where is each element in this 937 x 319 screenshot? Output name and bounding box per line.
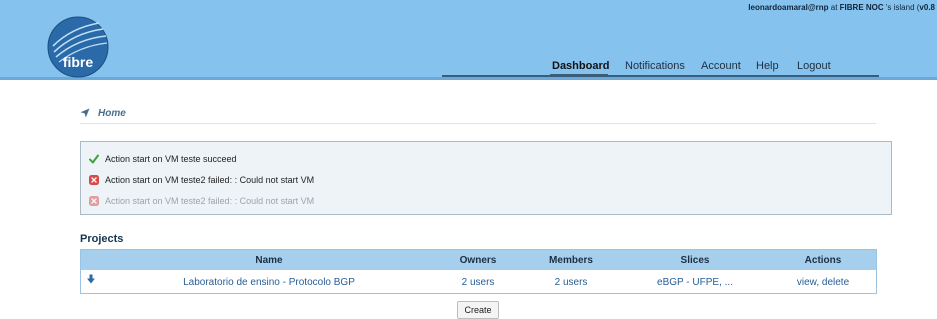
check-icon [89, 154, 99, 164]
nav-notifications[interactable]: Notifications [625, 60, 685, 72]
breadcrumb-home[interactable]: Home [98, 108, 126, 119]
message-text: Action start on VM teste2 failed: : Coul… [105, 196, 315, 206]
actions-cell: view, delete [797, 277, 849, 288]
nav-logout[interactable]: Logout [797, 60, 831, 72]
delete-link[interactable]: delete [822, 277, 849, 288]
fibre-logo[interactable]: fibre [47, 16, 109, 78]
message-text: Action start on VM teste2 failed: : Coul… [105, 175, 315, 185]
error-icon [89, 175, 99, 185]
table-header: Name Owners Members Slices Actions [81, 250, 876, 270]
column-header-actions: Actions [804, 255, 842, 266]
project-name-link[interactable]: Laboratorio de ensino - Protocolo BGP [183, 277, 355, 288]
message-text: Action start on VM teste succeed [105, 154, 237, 164]
logo-text: fibre [63, 54, 94, 70]
column-header-name: Name [255, 255, 283, 266]
members-link[interactable]: 2 users [555, 277, 588, 288]
nav-account[interactable]: Account [701, 60, 741, 72]
slices-link[interactable]: eBGP - UFPE, ... [657, 277, 733, 288]
location-arrow-icon [80, 108, 90, 118]
nav-dashboard[interactable]: Dashboard [552, 60, 609, 72]
create-button[interactable]: Create [457, 301, 499, 319]
nav-active-indicator [550, 74, 608, 77]
error-icon [89, 196, 99, 206]
main-nav: Dashboard Notifications Account Help Log… [442, 52, 879, 77]
projects-heading: Projects [80, 233, 124, 245]
view-link[interactable]: view [797, 277, 816, 288]
user-name: leonardoamaral@rnp [748, 3, 829, 12]
island-suffix: 's island ( [883, 3, 920, 12]
projects-table: Name Owners Members Slices Actions Labor… [80, 249, 877, 294]
column-header-members: Members [549, 255, 593, 266]
breadcrumb: Home [80, 107, 876, 124]
message-panel: Action start on VM teste succeed Action … [80, 141, 892, 215]
nav-help[interactable]: Help [756, 60, 779, 72]
header-bar: leonardoamaral@rnp at FIBRE NOC 's islan… [0, 0, 937, 80]
version-label: v0.8 [919, 3, 935, 12]
user-info: leonardoamaral@rnp at FIBRE NOC 's islan… [748, 3, 935, 12]
column-header-slices: Slices [680, 255, 710, 266]
owners-link[interactable]: 2 users [462, 277, 495, 288]
table-row: Laboratorio de ensino - Protocolo BGP 2 … [81, 270, 876, 293]
user-at: at [828, 3, 840, 12]
column-header-owners: Owners [459, 255, 497, 266]
arrow-down-icon[interactable] [86, 274, 96, 284]
island-name: FIBRE NOC [839, 3, 884, 12]
